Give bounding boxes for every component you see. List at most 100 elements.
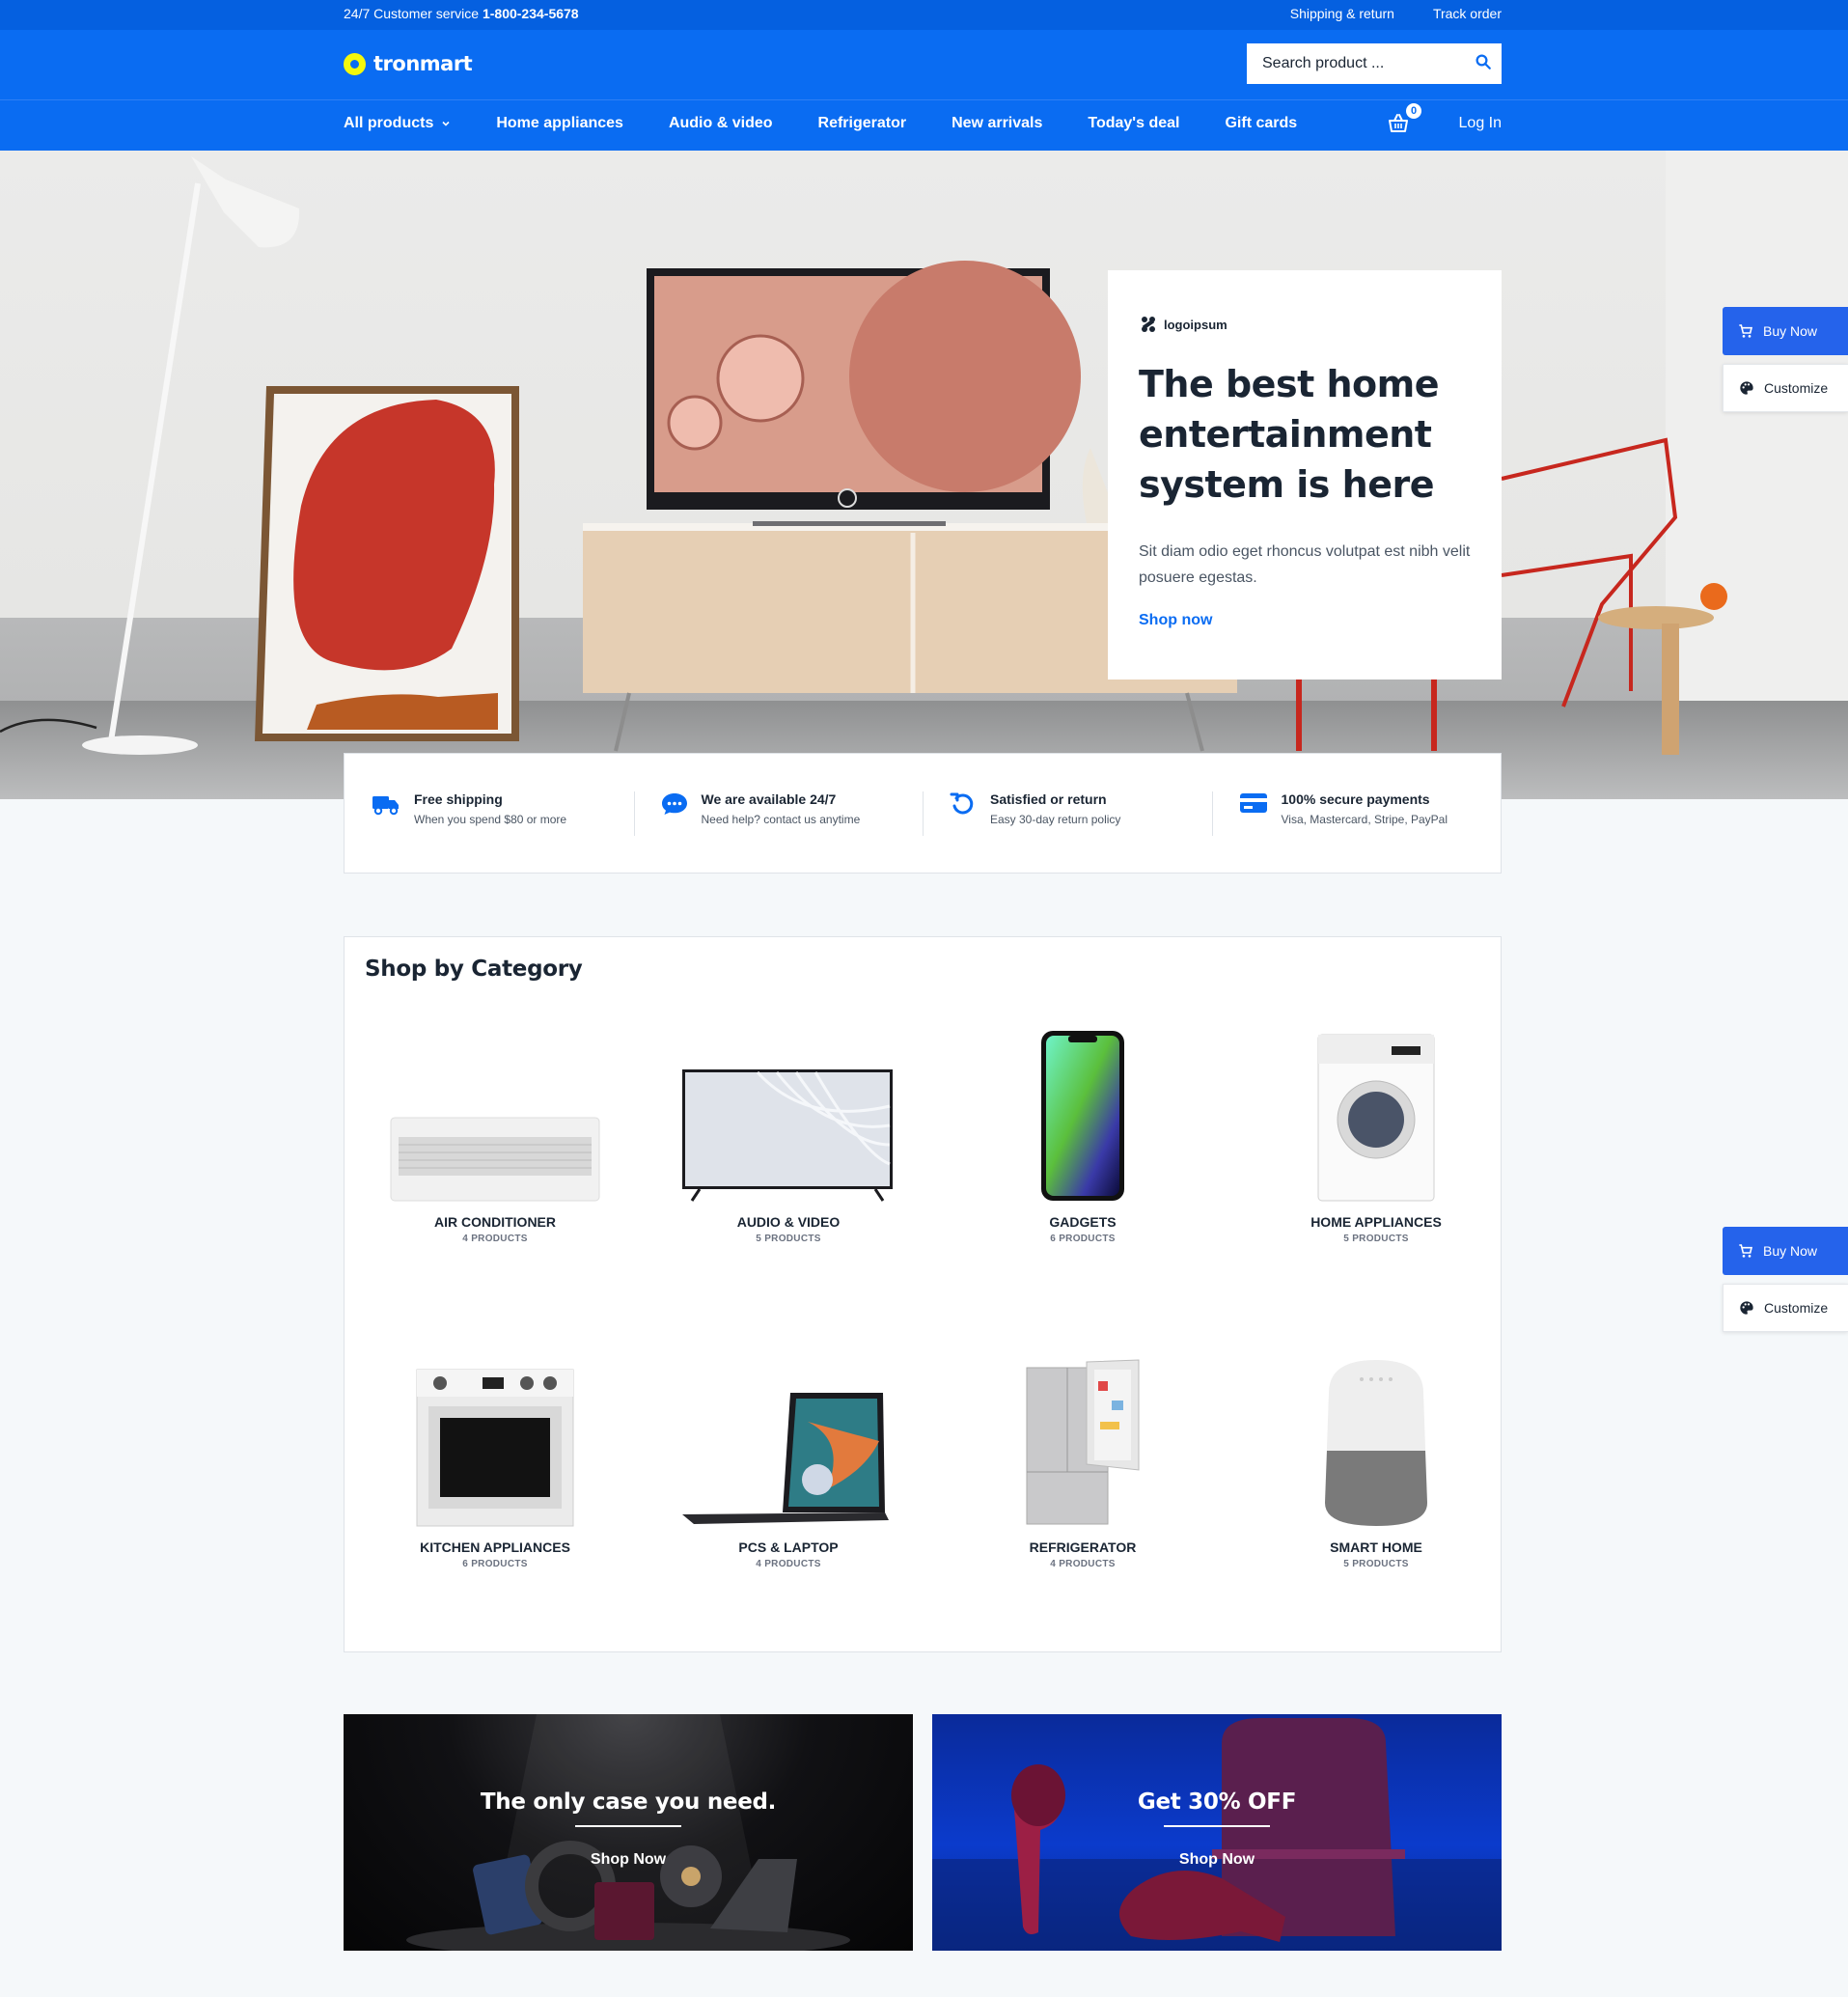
category-audio-video[interactable]: AUDIO & VIDEO 5 PRODUCTS bbox=[644, 1019, 933, 1244]
customer-service-label: 24/7 Customer service bbox=[344, 6, 480, 21]
category-air-conditioner[interactable]: AIR CONDITIONER 4 PRODUCTS bbox=[350, 1019, 640, 1244]
washing-machine-image bbox=[1317, 1034, 1435, 1202]
customer-service-phone[interactable]: 1-800-234-5678 bbox=[483, 6, 579, 21]
chevron-down-icon bbox=[442, 121, 450, 126]
search-input[interactable] bbox=[1262, 55, 1455, 72]
customize-label: Customize bbox=[1764, 1300, 1829, 1316]
hero-brand-name: logoipsum bbox=[1164, 317, 1227, 332]
category-name: HOME APPLIANCES bbox=[1310, 1214, 1442, 1230]
refrigerator-image bbox=[1026, 1359, 1140, 1525]
feature-title: Free shipping bbox=[414, 790, 503, 807]
shipping-return-link[interactable]: Shipping & return bbox=[1290, 6, 1394, 21]
category-home-appliances[interactable]: HOME APPLIANCES 5 PRODUCTS bbox=[1231, 1019, 1521, 1244]
return-icon bbox=[950, 792, 974, 814]
feature-satisfied-return: Satisfied or return Easy 30-day return po… bbox=[923, 790, 1212, 836]
login-link[interactable]: Log In bbox=[1459, 115, 1502, 132]
smartphone-image bbox=[1041, 1031, 1124, 1201]
category-count: 4 PRODUCTS bbox=[462, 1234, 528, 1244]
customize-label: Customize bbox=[1764, 380, 1829, 396]
promo-devices-image bbox=[406, 1714, 850, 1951]
category-count: 4 PRODUCTS bbox=[1050, 1559, 1116, 1569]
feature-available-24-7: We are available 24/7 Need help? contact … bbox=[633, 790, 924, 836]
nav-refrigerator[interactable]: Refrigerator bbox=[818, 115, 907, 132]
palette-icon bbox=[1740, 381, 1753, 395]
oven-image bbox=[416, 1369, 574, 1527]
site-logo[interactable]: tronmart bbox=[344, 52, 473, 75]
category-name: GADGETS bbox=[1049, 1214, 1117, 1230]
customize-button[interactable]: Customize bbox=[1723, 1284, 1848, 1332]
category-count: 5 PRODUCTS bbox=[756, 1234, 821, 1244]
nav-home-appliances[interactable]: Home appliances bbox=[496, 115, 623, 132]
credit-card-icon bbox=[1239, 792, 1267, 813]
nav-gift-cards[interactable]: Gift cards bbox=[1225, 115, 1297, 132]
hero-text: Sit diam odio eget rhoncus volutpat est … bbox=[1139, 543, 1471, 586]
category-smart-home[interactable]: SMART HOME 5 PRODUCTS bbox=[1231, 1345, 1521, 1569]
laptop-image bbox=[682, 1393, 889, 1524]
feature-subtitle: Visa, Mastercard, Stripe, PayPal bbox=[1281, 812, 1448, 826]
feature-title: Satisfied or return bbox=[990, 790, 1107, 807]
category-name: AIR CONDITIONER bbox=[434, 1214, 556, 1230]
feature-title: 100% secure payments bbox=[1281, 790, 1430, 807]
search-box bbox=[1247, 43, 1502, 84]
category-name: REFRIGERATOR bbox=[1029, 1539, 1137, 1555]
hero-title: The best home entertainment system is he… bbox=[1139, 363, 1440, 506]
promo-shop-now-link[interactable]: Shop Now bbox=[932, 1851, 1502, 1869]
hero-banner: logoipsum The best home entertainment sy… bbox=[0, 151, 1848, 799]
track-order-link[interactable]: Track order bbox=[1433, 6, 1502, 21]
promo-banner-discount[interactable]: Get 30% OFF Shop Now bbox=[932, 1714, 1502, 1951]
feature-subtitle: When you spend $80 or more bbox=[414, 812, 567, 826]
promo-banner-case[interactable]: The only case you need. Shop Now bbox=[344, 1714, 913, 1951]
category-count: 6 PRODUCTS bbox=[1050, 1234, 1116, 1244]
hero-brand: logoipsum bbox=[1139, 315, 1227, 334]
search-icon[interactable] bbox=[1475, 53, 1492, 70]
category-count: 4 PRODUCTS bbox=[756, 1559, 821, 1569]
logo-mark-icon bbox=[344, 52, 366, 75]
header-divider bbox=[0, 99, 1848, 100]
hero-card: logoipsum The best home entertainment sy… bbox=[1108, 270, 1502, 680]
buy-now-label: Buy Now bbox=[1763, 323, 1818, 339]
feature-subtitle: Easy 30-day return policy bbox=[990, 812, 1121, 826]
category-name: AUDIO & VIDEO bbox=[736, 1214, 841, 1230]
buy-now-button[interactable]: Buy Now bbox=[1723, 307, 1848, 355]
truck-icon bbox=[372, 795, 399, 815]
cart-icon[interactable] bbox=[1387, 112, 1410, 135]
palette-icon bbox=[1740, 1301, 1753, 1315]
category-count: 6 PRODUCTS bbox=[462, 1559, 528, 1569]
feature-free-shipping: Free shipping When you spend $80 or more bbox=[345, 791, 634, 836]
cart-icon bbox=[1739, 1244, 1753, 1258]
category-refrigerator[interactable]: REFRIGERATOR 4 PRODUCTS bbox=[938, 1345, 1227, 1569]
nav-todays-deal[interactable]: Today's deal bbox=[1088, 115, 1179, 132]
buy-now-button[interactable]: Buy Now bbox=[1723, 1227, 1848, 1275]
site-header: tronmart All products Home appliances Au… bbox=[0, 30, 1848, 151]
promo-earbuds-image bbox=[932, 1718, 1502, 1951]
top-bar: 24/7 Customer service 1-800-234-5678 Shi… bbox=[0, 0, 1848, 30]
promo-underline bbox=[1164, 1825, 1270, 1827]
category-section: Shop by Category AIR CONDITIONER 4 PRODU… bbox=[344, 936, 1502, 1652]
promo-shop-now-link[interactable]: Shop Now bbox=[344, 1851, 913, 1869]
promo-underline bbox=[575, 1825, 681, 1827]
category-gadgets[interactable]: GADGETS 6 PRODUCTS bbox=[938, 1019, 1227, 1244]
air-conditioner-image bbox=[390, 1117, 600, 1202]
category-pcs-laptop[interactable]: PCS & LAPTOP 4 PRODUCTS bbox=[644, 1345, 933, 1569]
features-bar: Free shipping When you spend $80 or more … bbox=[344, 753, 1502, 874]
chat-icon bbox=[661, 792, 687, 815]
nav-all-products[interactable]: All products bbox=[344, 115, 451, 132]
main-nav: All products Home appliances Audio & vid… bbox=[344, 115, 1342, 132]
cart-count-badge: 0 bbox=[1406, 103, 1421, 119]
category-count: 5 PRODUCTS bbox=[1343, 1234, 1409, 1244]
category-name: PCS & LAPTOP bbox=[738, 1539, 839, 1555]
customize-button[interactable]: Customize bbox=[1723, 364, 1848, 412]
category-kitchen-appliances[interactable]: KITCHEN APPLIANCES 6 PRODUCTS bbox=[350, 1345, 640, 1569]
hero-shop-now-link[interactable]: Shop now bbox=[1139, 612, 1212, 629]
nav-audio-video[interactable]: Audio & video bbox=[669, 115, 773, 132]
category-name: KITCHEN APPLIANCES bbox=[420, 1539, 570, 1555]
category-count: 5 PRODUCTS bbox=[1343, 1559, 1409, 1569]
promo-headline: Get 30% OFF bbox=[1137, 1789, 1297, 1815]
category-name: SMART HOME bbox=[1330, 1539, 1422, 1555]
nav-all-products-label: All products bbox=[344, 115, 434, 131]
feature-subtitle: Need help? contact us anytime bbox=[701, 812, 861, 826]
buy-now-label: Buy Now bbox=[1763, 1243, 1818, 1259]
nav-new-arrivals[interactable]: New arrivals bbox=[952, 115, 1042, 132]
hero-scene-illustration bbox=[0, 156, 1727, 755]
customer-service: 24/7 Customer service 1-800-234-5678 bbox=[344, 6, 579, 21]
